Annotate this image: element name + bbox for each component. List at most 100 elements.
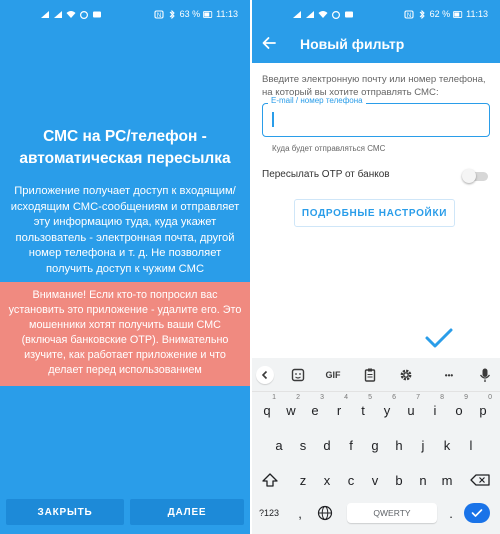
battery-percent: 63 % bbox=[179, 9, 201, 19]
key-s[interactable]: s bbox=[291, 431, 315, 459]
otp-forward-toggle[interactable] bbox=[462, 169, 490, 183]
key-row-3: z x c v b n m bbox=[252, 466, 500, 494]
enter-key[interactable] bbox=[464, 503, 490, 523]
key-g[interactable]: g bbox=[363, 431, 387, 459]
battery-icon bbox=[203, 11, 213, 18]
key-k[interactable]: k bbox=[435, 431, 459, 459]
key-i[interactable]: i8 bbox=[423, 394, 447, 424]
bluetooth-icon bbox=[419, 10, 425, 19]
key-q-number: 1 bbox=[272, 394, 276, 401]
key-i-number: 8 bbox=[440, 394, 444, 401]
key-o[interactable]: o9 bbox=[447, 394, 471, 424]
sticker-icon[interactable] bbox=[290, 367, 306, 383]
gear-icon[interactable] bbox=[398, 367, 414, 383]
intro-screen: N 63 % 11:13 СМС на PC/телефон - автомат… bbox=[0, 0, 250, 534]
key-p-number: 0 bbox=[488, 394, 492, 401]
key-l[interactable]: l bbox=[459, 431, 483, 459]
key-r-label: r bbox=[336, 402, 342, 418]
message-icon bbox=[345, 11, 353, 18]
key-x[interactable]: x bbox=[315, 466, 339, 494]
comma-key[interactable]: , bbox=[290, 501, 310, 525]
globe-icon[interactable] bbox=[314, 501, 336, 525]
key-a[interactable]: a bbox=[267, 431, 291, 459]
key-u[interactable]: u7 bbox=[399, 394, 423, 424]
backspace-icon[interactable] bbox=[468, 466, 494, 494]
warning-banner: Внимание! Если кто-то попросил вас устан… bbox=[0, 282, 250, 386]
space-bar[interactable]: QWERTY bbox=[347, 503, 437, 523]
nfc-icon: N bbox=[154, 10, 164, 19]
key-p[interactable]: p0 bbox=[471, 394, 495, 424]
key-z[interactable]: z bbox=[291, 466, 315, 494]
key-j[interactable]: j bbox=[411, 431, 435, 459]
key-e[interactable]: e3 bbox=[303, 394, 327, 424]
key-f[interactable]: f bbox=[339, 431, 363, 459]
email-phone-label: E-mail / номер телефона bbox=[268, 96, 366, 105]
key-m[interactable]: m bbox=[435, 466, 459, 494]
microphone-icon[interactable] bbox=[478, 367, 492, 383]
key-u-number: 7 bbox=[416, 394, 420, 401]
key-o-label: o bbox=[455, 402, 463, 418]
key-q[interactable]: q1 bbox=[255, 394, 279, 424]
key-row-1: q1 w2 e3 r4 t5 y6 u7 i8 o9 p0 bbox=[252, 394, 500, 424]
screenshot-root: N 63 % 11:13 СМС на PC/телефон - автомат… bbox=[0, 0, 500, 534]
key-t[interactable]: t5 bbox=[351, 394, 375, 424]
nfc-icon: N bbox=[404, 10, 414, 19]
message-icon bbox=[93, 11, 101, 18]
chevron-left-icon bbox=[261, 370, 268, 380]
close-button[interactable]: ЗАКРЫТЬ bbox=[6, 499, 124, 525]
key-r[interactable]: r4 bbox=[327, 394, 351, 424]
check-icon bbox=[471, 509, 483, 517]
key-r-number: 4 bbox=[344, 394, 348, 401]
key-c[interactable]: c bbox=[339, 466, 363, 494]
keyboard-toolbar: GIF ••• bbox=[252, 358, 500, 392]
alarm-icon bbox=[332, 11, 340, 19]
email-phone-input[interactable] bbox=[262, 103, 490, 137]
key-p-label: p bbox=[479, 402, 487, 418]
bluetooth-icon bbox=[169, 10, 175, 19]
toggle-knob bbox=[462, 169, 476, 183]
advanced-settings-button[interactable]: ПОДРОБНЫЕ НАСТРОЙКИ bbox=[294, 199, 455, 227]
signal-icon bbox=[306, 11, 314, 18]
new-filter-screen: N 62 % 11:13 Новый фильтр Введите электр… bbox=[252, 0, 500, 534]
key-h[interactable]: h bbox=[387, 431, 411, 459]
svg-text:N: N bbox=[406, 13, 410, 19]
key-t-label: t bbox=[361, 402, 365, 418]
gif-button[interactable]: GIF bbox=[322, 367, 344, 383]
key-y-number: 6 bbox=[392, 394, 396, 401]
key-e-number: 3 bbox=[320, 394, 324, 401]
clipboard-icon[interactable] bbox=[362, 367, 378, 383]
intro-title-line2: автоматическая пересылка bbox=[19, 150, 231, 167]
symbols-key[interactable]: ?123 bbox=[254, 501, 284, 525]
key-v[interactable]: v bbox=[363, 466, 387, 494]
key-n[interactable]: n bbox=[411, 466, 435, 494]
page-title: Новый фильтр bbox=[300, 36, 405, 52]
more-icon[interactable]: ••• bbox=[440, 367, 458, 383]
battery-percent: 62 % bbox=[429, 9, 451, 19]
key-b[interactable]: b bbox=[387, 466, 411, 494]
svg-text:N: N bbox=[156, 13, 160, 19]
key-w[interactable]: w2 bbox=[279, 394, 303, 424]
soft-keyboard: GIF ••• q1 w2 e3 r4 t5 y6 u7 i8 o9 p0 a bbox=[252, 358, 500, 534]
check-icon[interactable] bbox=[424, 326, 454, 350]
key-y[interactable]: y6 bbox=[375, 394, 399, 424]
key-row-2: a s d f g h j k l bbox=[252, 431, 500, 459]
key-t-number: 5 bbox=[368, 394, 372, 401]
clock: 11:13 bbox=[216, 9, 238, 19]
period-key[interactable]: . bbox=[442, 501, 460, 525]
shift-icon[interactable] bbox=[258, 466, 282, 494]
key-w-number: 2 bbox=[296, 394, 300, 401]
key-y-label: y bbox=[383, 402, 391, 418]
signal-icon bbox=[54, 11, 62, 18]
key-o-number: 9 bbox=[464, 394, 468, 401]
back-arrow-icon[interactable] bbox=[260, 34, 278, 52]
intro-description: Приложение получает доступ к входящим/ис… bbox=[10, 185, 240, 275]
text-cursor bbox=[272, 112, 274, 127]
intro-title: СМС на PC/телефон - автоматическая перес… bbox=[10, 126, 240, 170]
key-d[interactable]: d bbox=[315, 431, 339, 459]
battery-icon bbox=[453, 11, 463, 18]
status-bar: N 63 % 11:13 bbox=[0, 0, 250, 30]
signal-icon bbox=[293, 11, 301, 18]
next-button[interactable]: ДАЛЕЕ bbox=[130, 499, 244, 525]
intro-title-line1: СМС на PC/телефон - bbox=[43, 128, 207, 145]
keyboard-collapse-button[interactable] bbox=[256, 366, 274, 384]
